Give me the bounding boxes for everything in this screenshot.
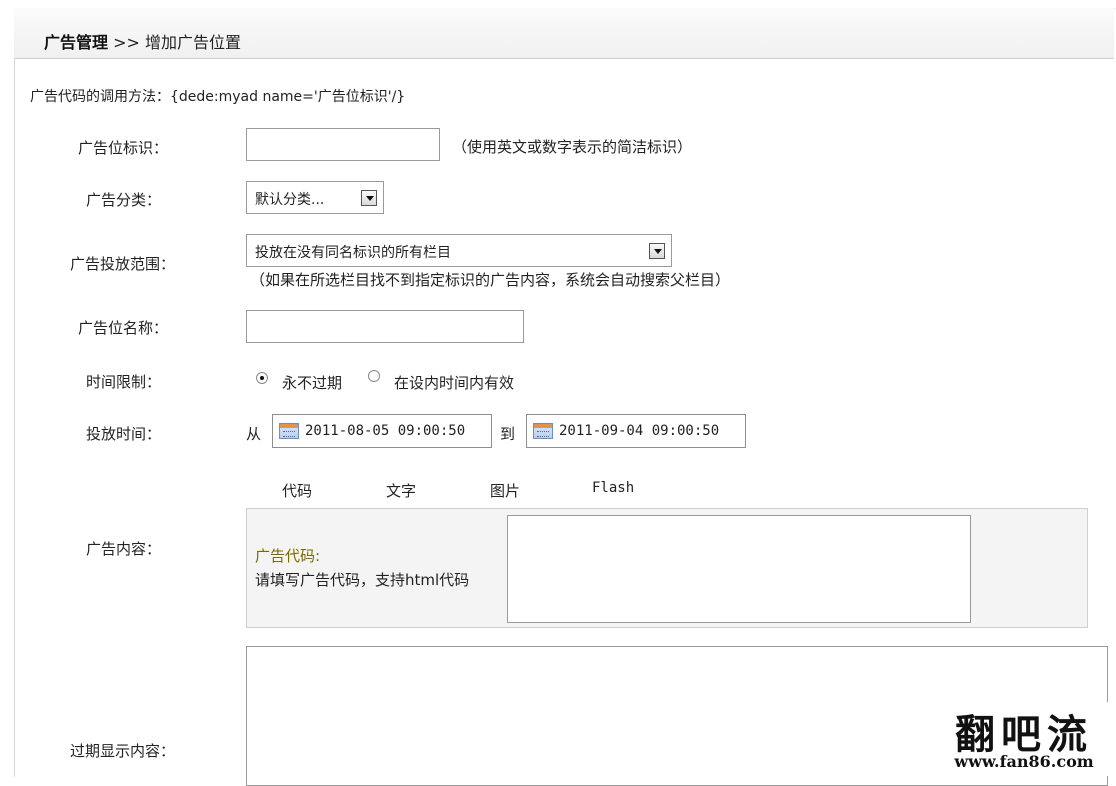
scope-hint: （如果在所选栏目找不到指定标识的广告内容，系统会自动搜索父栏目）: [250, 271, 731, 289]
page-header: 广告管理 >> 增加广告位置: [14, 8, 1114, 59]
radio-within-time[interactable]: [368, 370, 380, 382]
tag-input[interactable]: [246, 128, 440, 161]
code-title: 广告代码:: [255, 547, 321, 565]
start-date-value: 2011-08-05 09:00:50: [305, 423, 466, 439]
scope-label: 广告投放范围：: [70, 255, 176, 273]
code-description: 请填写广告代码，支持html代码: [255, 571, 470, 589]
calendar-icon[interactable]: [533, 423, 553, 439]
tab-image[interactable]: 图片: [490, 480, 520, 501]
breadcrumb-current: 增加广告位置: [145, 33, 242, 52]
usage-hint: 广告代码的调用方法：{dede:myad name='广告位标识'/}: [30, 89, 406, 105]
name-label: 广告位名称：: [78, 319, 169, 337]
chevron-down-icon[interactable]: [649, 243, 665, 259]
ad-name-input[interactable]: [246, 310, 524, 343]
radio-never-expire[interactable]: [256, 372, 268, 384]
end-date-value: 2011-09-04 09:00:50: [559, 423, 720, 439]
tag-hint: （使用英文或数字表示的简洁标识）: [452, 138, 693, 156]
scope-selected-value: 投放在没有同名标识的所有栏目: [255, 245, 451, 261]
calendar-icon[interactable]: [279, 423, 299, 439]
breadcrumb: 广告管理 >> 增加广告位置: [44, 29, 241, 53]
tag-label: 广告位标识：: [78, 139, 169, 157]
scope-select[interactable]: 投放在没有同名标识的所有栏目: [246, 234, 672, 267]
site-watermark-logo: 翻吧流 www.fan86.com: [940, 702, 1108, 776]
tab-flash[interactable]: Flash: [592, 480, 634, 496]
category-label: 广告分类：: [86, 191, 162, 209]
to-label: 到: [500, 425, 516, 443]
end-date-field[interactable]: 2011-09-04 09:00:50: [526, 414, 746, 448]
ad-code-panel: 广告代码: 请填写广告代码，支持html代码: [246, 508, 1088, 628]
category-selected-value: 默认分类...: [255, 192, 325, 208]
category-select[interactable]: 默认分类...: [246, 181, 384, 214]
tab-text[interactable]: 文字: [386, 480, 416, 501]
radio-within-time-label: 在设内时间内有效: [394, 374, 515, 392]
time-limit-label: 时间限制：: [86, 373, 162, 391]
expired-label: 过期显示内容：: [70, 742, 176, 760]
radio-never-expire-label: 永不过期: [282, 374, 343, 392]
chevron-down-icon[interactable]: [361, 190, 377, 206]
watermark-url: www.fan86.com: [954, 752, 1094, 771]
time-label: 投放时间：: [86, 425, 162, 443]
from-label: 从: [246, 425, 262, 443]
tab-code[interactable]: 代码: [282, 480, 312, 501]
ad-code-textarea[interactable]: [507, 515, 971, 623]
content-label: 广告内容：: [86, 540, 162, 558]
start-date-field[interactable]: 2011-08-05 09:00:50: [272, 414, 492, 448]
breadcrumb-root[interactable]: 广告管理: [44, 33, 108, 52]
breadcrumb-separator: >>: [113, 33, 140, 52]
